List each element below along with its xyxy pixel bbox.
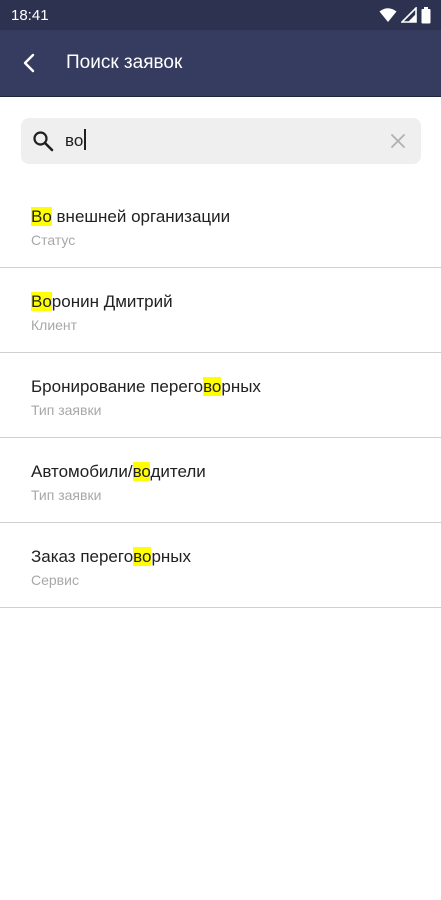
signal-icon	[401, 7, 417, 23]
result-title: Во внешней организации	[31, 207, 230, 227]
result-title-after: рных	[221, 377, 261, 396]
result-title-match: Во	[31, 207, 52, 226]
result-subtitle: Клиент	[31, 317, 78, 333]
search-results-list: Во внешней организации Статус Воронин Дм…	[0, 183, 441, 608]
result-subtitle: Статус	[31, 232, 76, 248]
clear-search-button[interactable]	[387, 130, 409, 152]
status-bar: 18:41	[0, 0, 441, 30]
result-title: Бронирование переговорных	[31, 377, 261, 397]
battery-icon	[421, 6, 431, 23]
back-button[interactable]	[14, 48, 44, 78]
result-title: Заказ переговорных	[31, 547, 191, 567]
search-box[interactable]: во	[21, 118, 421, 164]
result-title-before: Автомобили/	[31, 462, 133, 481]
result-item[interactable]: Автомобили/водители Тип заявки	[0, 438, 441, 523]
result-item[interactable]: Бронирование переговорных Тип заявки	[0, 353, 441, 438]
wifi-icon	[379, 8, 397, 22]
search-icon	[33, 131, 54, 152]
app-bar: Поиск заявок	[0, 30, 441, 97]
close-icon	[391, 134, 405, 148]
result-title: Воронин Дмитрий	[31, 292, 173, 312]
result-title-match: во	[133, 547, 152, 566]
status-icons	[379, 6, 431, 24]
back-arrow-icon	[23, 53, 35, 73]
result-subtitle: Тип заявки	[31, 402, 102, 418]
result-title-after: внешней организации	[51, 207, 231, 226]
result-title-after: рных	[151, 547, 192, 566]
result-item[interactable]: Заказ переговорных Сервис	[0, 523, 441, 608]
search-input[interactable]: во	[65, 118, 365, 164]
text-caret	[84, 129, 86, 150]
status-time: 18:41	[11, 7, 49, 24]
page-title: Поиск заявок	[66, 52, 183, 73]
result-title: Автомобили/водители	[31, 462, 206, 482]
result-title-before: Бронирование перего	[31, 377, 204, 396]
result-title-match: во	[203, 377, 222, 396]
result-item[interactable]: Во внешней организации Статус	[0, 183, 441, 268]
result-title-after: дители	[150, 462, 206, 481]
result-title-before: Заказ перего	[31, 547, 134, 566]
result-title-after: ронин Дмитрий	[51, 292, 173, 311]
result-subtitle: Тип заявки	[31, 487, 102, 503]
result-title-match: во	[132, 462, 151, 481]
result-title-match: Во	[31, 292, 52, 311]
result-item[interactable]: Воронин Дмитрий Клиент	[0, 268, 441, 353]
search-input-value: во	[65, 131, 84, 150]
result-subtitle: Сервис	[31, 572, 79, 588]
